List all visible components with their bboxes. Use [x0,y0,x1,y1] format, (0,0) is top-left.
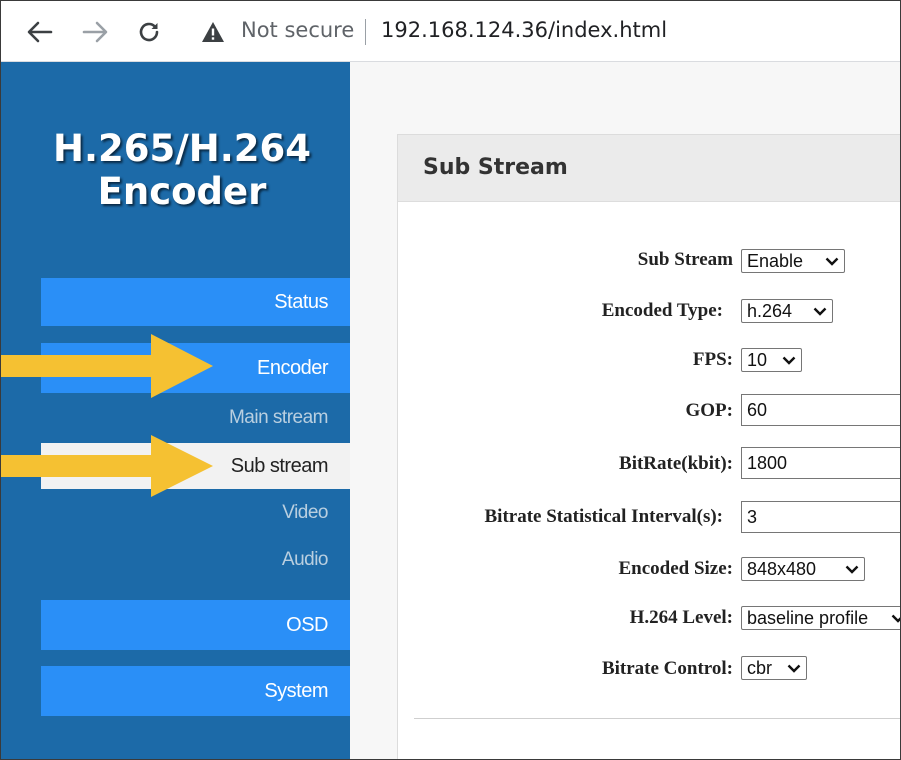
input-value: 60 [747,399,768,420]
bitrate-interval-input[interactable]: 3 [741,501,900,533]
encoded-size-select[interactable]: 848x480 [741,557,865,581]
select-value: cbr [747,657,773,678]
sidebar-item-label: Status [274,290,328,313]
fps-select[interactable]: 10 [741,348,802,372]
bitrate-input[interactable]: 1800 [741,447,900,479]
fps-label: FPS: [692,349,733,370]
input-value: 3 [747,506,758,527]
chevron-down-icon [782,356,796,365]
chevron-down-icon [813,307,827,316]
warning-triangle-icon[interactable] [201,21,225,48]
reload-button[interactable] [134,17,164,47]
select-value: baseline profile [747,607,869,628]
chevron-down-icon [787,664,801,673]
page-title: Sub Stream [423,155,568,180]
annotation-arrow-icon [1,435,213,497]
chevron-down-icon [825,257,839,266]
gop-label: GOP: [685,400,734,421]
select-value: 10 [747,349,768,370]
sidebar-item-label: System [264,679,328,702]
input-value: 1800 [747,452,788,473]
bitrate-label: BitRate(kbit): [619,453,733,474]
h264-level-label: H.264 Level: [629,607,733,628]
bitrate-interval-label: Bitrate Statistical Interval(s): [484,506,724,527]
sub-stream-select[interactable]: Enable [741,249,845,273]
sidebar-item-label: Audio [281,549,329,570]
sidebar-item-audio[interactable]: Audio [41,536,350,584]
reload-icon [139,22,159,42]
sidebar-item-label: Encoder [257,356,329,379]
sidebar-item-osd[interactable]: OSD [41,600,350,650]
panel-divider [414,718,900,719]
chevron-down-icon [845,565,859,574]
sidebar-item-label: Video [282,502,328,523]
encoded-type-select[interactable]: h.264 [741,299,833,323]
arrow-right-icon [82,21,108,43]
screenshot-frame: Not secure 192.168.124.36/index.html H.2… [0,0,901,760]
sidebar-item-label: Sub stream [230,454,329,477]
sub-stream-label: Sub Stream [637,249,733,270]
sidebar-item-system[interactable]: System [41,666,350,716]
select-value: h.264 [747,300,793,321]
gop-input[interactable]: 60 [741,394,900,426]
address-separator [365,19,366,45]
browser-toolbar: Not secure 192.168.124.36/index.html [1,1,900,62]
chevron-down-icon [891,614,900,623]
sidebar-item-status[interactable]: Status [41,278,350,326]
security-status-label[interactable]: Not secure [241,18,354,42]
sidebar-item-label: Main stream [228,407,329,428]
sidebar: H.265/H.264 Encoder Status Encoder Main … [1,62,350,759]
encoded-size-label: Encoded Size: [618,558,733,579]
logo-line2: Encoder [97,170,267,213]
sub-stream-panel: Sub Stream Sub Stream Enable Encoded Typ… [397,134,900,759]
back-button[interactable] [25,17,55,47]
panel-header: Sub Stream [398,135,900,202]
annotation-arrow-icon [1,334,213,398]
select-value: 848x480 [747,558,817,579]
logo-line1: H.265/H.264 [52,127,312,170]
encoded-type-label: Encoded Type: [601,300,723,321]
sidebar-item-label: OSD [286,613,328,636]
h264-level-select[interactable]: baseline profile [741,606,900,630]
address-bar-url[interactable]: 192.168.124.36/index.html [381,18,667,42]
arrow-left-icon [27,21,53,43]
bitrate-control-label: Bitrate Control: [601,658,733,679]
bitrate-control-select[interactable]: cbr [741,656,807,680]
select-value: Enable [747,250,804,271]
forward-button[interactable] [80,17,110,47]
app-logo: H.265/H.264 Encoder [1,127,363,213]
